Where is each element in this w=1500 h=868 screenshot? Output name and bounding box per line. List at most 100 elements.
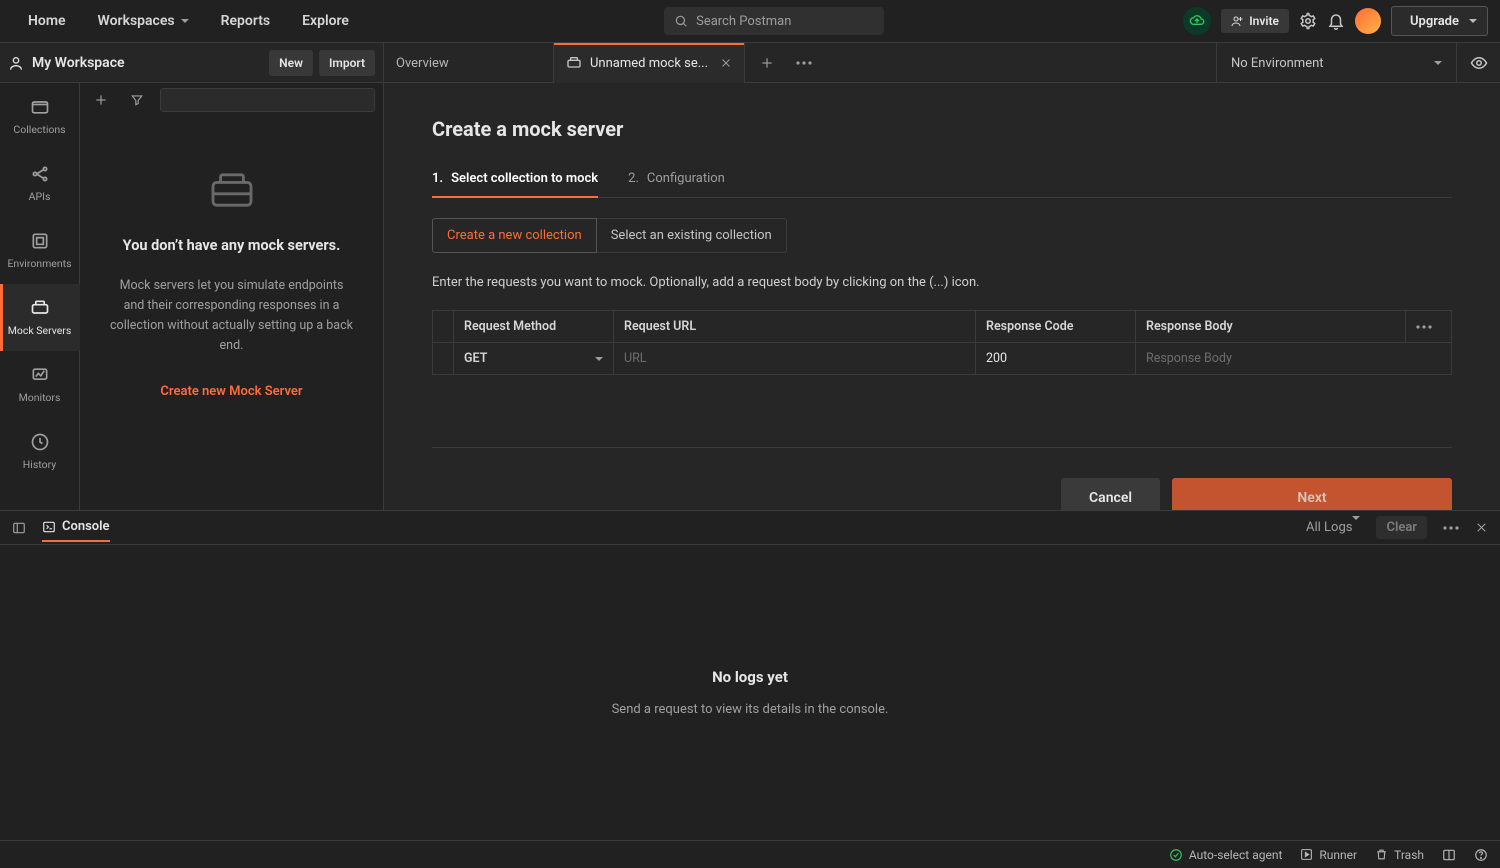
tab-overview[interactable]: Overview [384, 43, 554, 83]
search-input[interactable]: Search Postman [664, 7, 884, 35]
body-placeholder: Response Body [1146, 351, 1232, 366]
console-panel: Console All Logs Clear No logs yet Send … [0, 510, 1500, 840]
rail-item-mock-servers[interactable]: Mock Servers [0, 284, 80, 351]
create-mock-link[interactable]: Create new Mock Server [160, 384, 302, 399]
rail-item-monitors[interactable]: Monitors [0, 351, 80, 418]
nav-workspaces[interactable]: Workspaces [82, 3, 205, 39]
server-icon [30, 298, 50, 318]
two-pane-icon[interactable] [1442, 848, 1456, 862]
trash-label: Trash [1394, 848, 1424, 862]
sync-status-icon[interactable] [1183, 7, 1211, 35]
rail-item-collections[interactable]: Collections [0, 83, 80, 150]
method-cell[interactable]: GET [454, 343, 614, 375]
filter-input[interactable] [160, 88, 375, 112]
invite-button[interactable]: Invite [1221, 9, 1289, 33]
col-method: Request Method [454, 311, 614, 343]
step-configuration[interactable]: 2. Configuration [628, 161, 725, 197]
server-icon [566, 55, 582, 71]
cloud-sync-icon [1189, 13, 1205, 29]
workspace-selector[interactable]: My Workspace [8, 55, 125, 71]
help-icon[interactable] [1474, 848, 1488, 862]
api-icon [30, 164, 50, 184]
tab-mock-label: Unnamed mock se... [590, 56, 708, 71]
next-button[interactable]: Next [1172, 478, 1452, 510]
environment-quicklook[interactable] [1456, 43, 1500, 83]
console-tab[interactable]: Console [42, 519, 110, 542]
ellipsis-icon [1416, 325, 1432, 329]
chevron-down-icon [1352, 516, 1360, 539]
runner-label: Runner [1319, 848, 1357, 862]
sidebar-panel: You don’t have any mock servers. Mock se… [80, 83, 384, 510]
nav-reports[interactable]: Reports [205, 3, 287, 39]
clear-logs-button[interactable]: Clear [1376, 516, 1427, 539]
left-rail: Collections APIs Environments Mock Serve… [0, 83, 80, 510]
url-cell[interactable]: URL [614, 343, 976, 375]
rail-item-environments[interactable]: Environments [0, 217, 80, 284]
status-bar: Auto-select agent Runner Trash [0, 840, 1500, 868]
environment-selector[interactable]: No Environment [1216, 43, 1456, 83]
agent-status[interactable]: Auto-select agent [1169, 848, 1283, 862]
rail-label: Collections [13, 123, 65, 136]
tab-overview-label: Overview [396, 56, 449, 71]
env-icon [30, 231, 50, 251]
rail-label: Environments [7, 257, 71, 270]
body-cell[interactable]: Response Body [1136, 343, 1452, 375]
tab-actions-button[interactable] [789, 43, 819, 82]
trash-icon [1375, 848, 1388, 861]
plus-icon [760, 56, 774, 70]
runner-button[interactable]: Runner [1300, 848, 1357, 862]
log-filter-label: All Logs [1306, 520, 1352, 535]
play-icon [1300, 848, 1313, 861]
ellipsis-icon [796, 61, 812, 65]
bell-icon[interactable] [1327, 12, 1345, 30]
drag-handle[interactable] [433, 343, 454, 375]
chevron-down-icon [595, 357, 603, 365]
folder-icon [30, 97, 50, 117]
nav-home[interactable]: Home [12, 3, 82, 39]
create-mock-button[interactable] [88, 87, 114, 113]
upgrade-button[interactable]: Upgrade [1391, 6, 1488, 36]
close-icon[interactable] [1475, 521, 1488, 534]
col-code: Response Code [976, 311, 1136, 343]
rail-item-apis[interactable]: APIs [0, 150, 80, 217]
col-drag [433, 311, 454, 343]
tab-mock-server[interactable]: Unnamed mock se... [554, 43, 745, 83]
ellipsis-icon[interactable] [1443, 526, 1459, 530]
search-placeholder: Search Postman [696, 14, 791, 29]
tab-select-existing[interactable]: Select an existing collection [597, 218, 787, 253]
method-value: GET [464, 351, 487, 366]
empty-body: Mock servers let you simulate endpoints … [108, 276, 355, 356]
search-icon [674, 14, 688, 28]
server-illustration-icon [209, 171, 255, 209]
code-cell[interactable]: 200 [976, 343, 1136, 375]
nav-explore[interactable]: Explore [286, 3, 365, 39]
log-filter[interactable]: All Logs [1306, 520, 1360, 535]
terminal-icon [42, 520, 56, 534]
close-icon[interactable] [720, 57, 732, 69]
main-body: Collections APIs Environments Mock Serve… [0, 83, 1500, 510]
console-tab-label: Console [62, 519, 110, 534]
new-tab-button[interactable] [745, 43, 789, 82]
main-content: Create a mock server 1. Select collectio… [384, 83, 1500, 510]
col-more[interactable] [1406, 311, 1452, 343]
top-nav: Home Workspaces Reports Explore Search P… [0, 0, 1500, 43]
trash-button[interactable]: Trash [1375, 848, 1424, 862]
avatar[interactable] [1355, 8, 1381, 34]
workspace-name: My Workspace [32, 55, 125, 71]
col-url: Request URL [614, 311, 976, 343]
monitor-icon [30, 365, 50, 385]
step-label: Select collection to mock [451, 171, 598, 186]
console-empty-body: Send a request to view its details in th… [612, 702, 889, 717]
step-select-collection[interactable]: 1. Select collection to mock [432, 161, 598, 198]
filter-button[interactable] [124, 87, 150, 113]
new-button[interactable]: New [269, 50, 313, 76]
panel-toggle-icon[interactable] [12, 521, 26, 535]
cancel-button[interactable]: Cancel [1061, 478, 1160, 510]
settings-icon[interactable] [1299, 12, 1317, 30]
tab-create-collection[interactable]: Create a new collection [432, 218, 597, 253]
step-label: Configuration [647, 171, 725, 187]
url-placeholder: URL [624, 351, 647, 366]
page-title: Create a mock server [432, 117, 1452, 141]
import-button[interactable]: Import [319, 50, 375, 76]
rail-item-history[interactable]: History [0, 418, 80, 485]
